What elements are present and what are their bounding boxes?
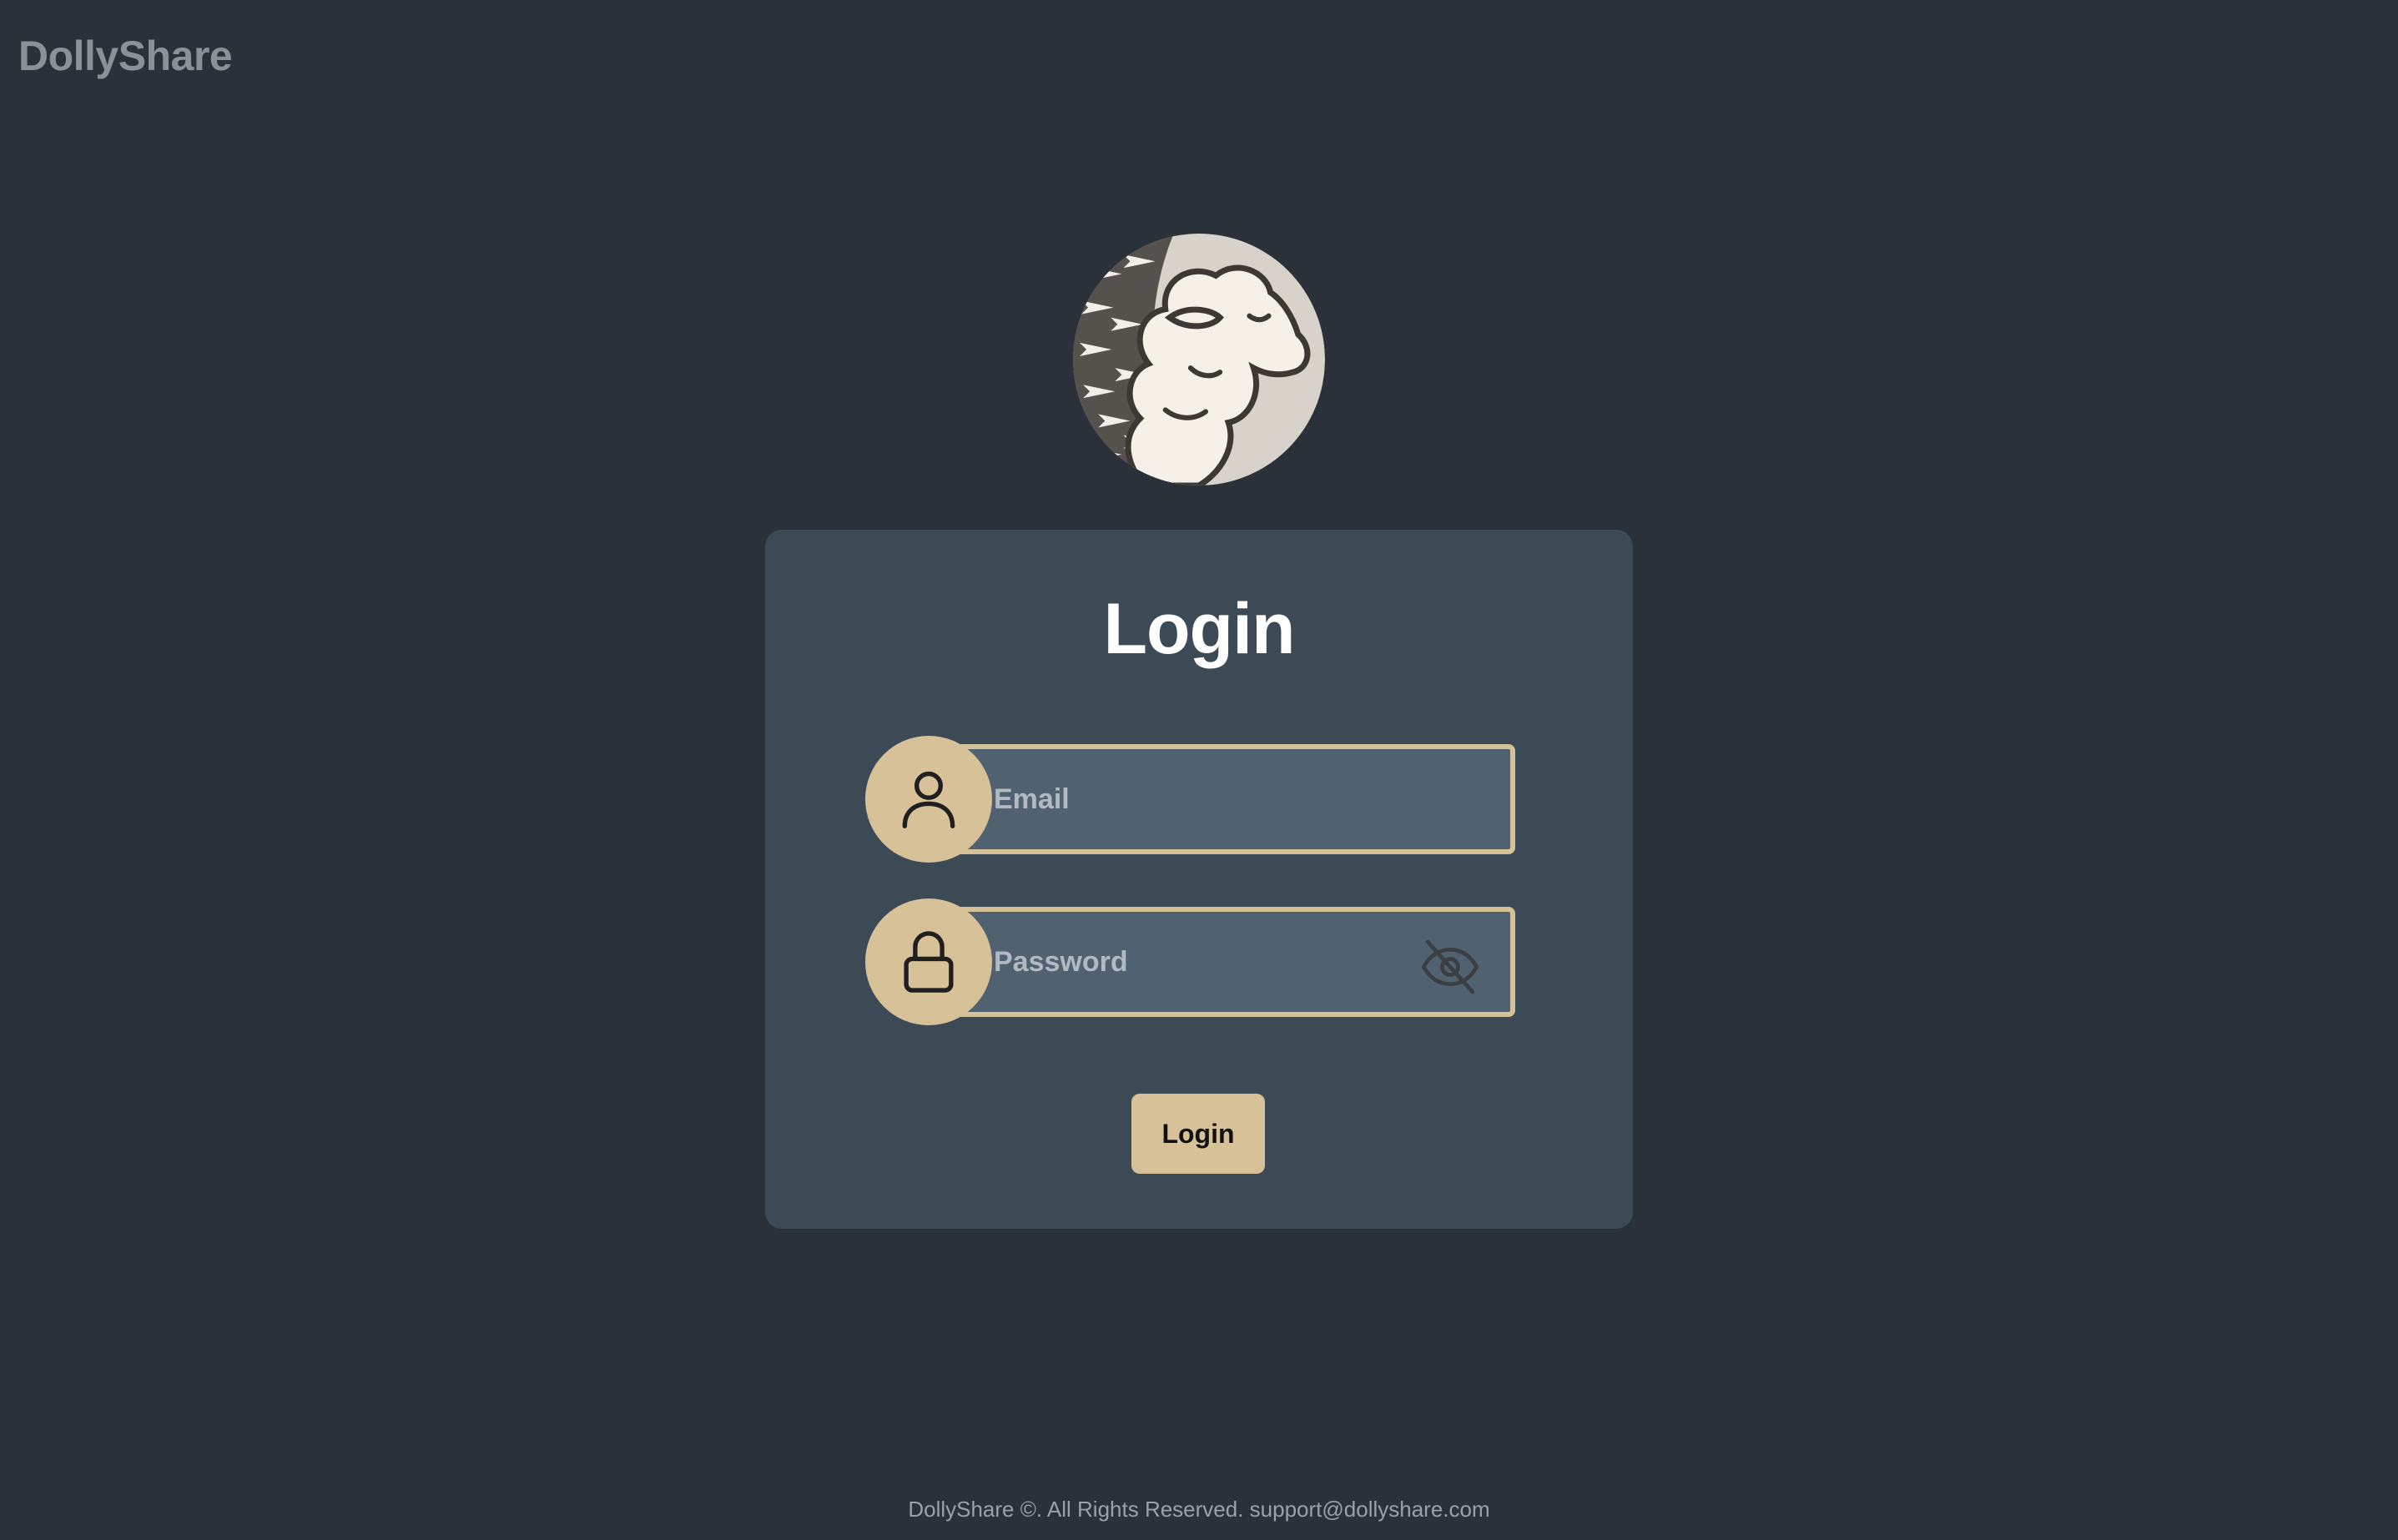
- login-card: Login Email Login: [765, 530, 1633, 1229]
- password-input[interactable]: [994, 912, 1394, 1012]
- login-page: DollyShare Login Email Login DollyShare …: [0, 0, 2398, 1540]
- sheep-logo: [1073, 234, 1325, 486]
- password-field-box[interactable]: [935, 907, 1515, 1017]
- email-field-box[interactable]: [935, 744, 1515, 854]
- login-button[interactable]: Login: [1131, 1094, 1265, 1174]
- user-icon: [865, 736, 992, 863]
- sheep-logo-icon: [1073, 234, 1325, 486]
- eye-off-icon[interactable]: [1418, 935, 1482, 999]
- login-title: Login: [1103, 589, 1295, 669]
- email-field-group: [865, 736, 1515, 863]
- brand-logo-text[interactable]: DollyShare: [18, 32, 233, 80]
- email-input[interactable]: [994, 749, 1394, 849]
- password-field-group: [865, 898, 1515, 1025]
- lock-icon: [865, 898, 992, 1025]
- footer-text: DollyShare ©. All Rights Reserved. suppo…: [908, 1497, 1490, 1522]
